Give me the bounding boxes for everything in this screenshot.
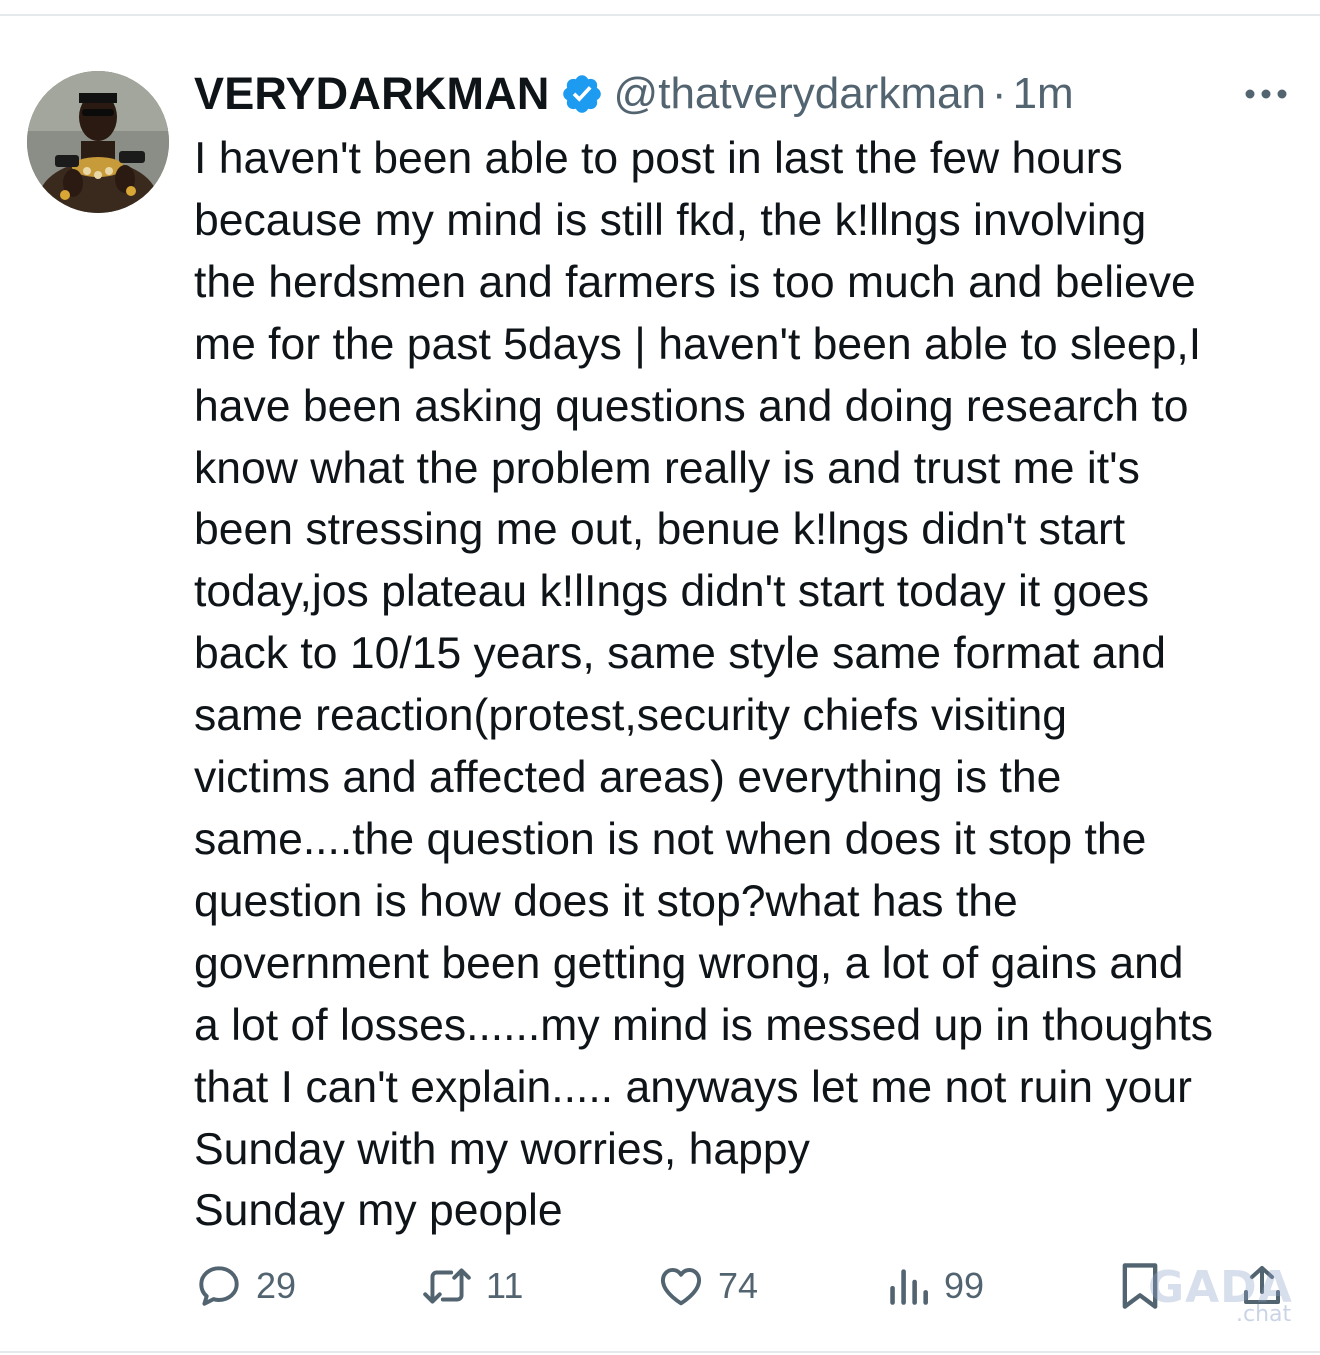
- handle[interactable]: @thatverydarkman: [614, 69, 986, 119]
- bookmark-icon: [1122, 1263, 1158, 1309]
- share-button[interactable]: [1240, 1256, 1284, 1316]
- timestamp[interactable]: 1m: [1013, 69, 1074, 119]
- like-count: 74: [718, 1265, 759, 1306]
- heart-icon: [660, 1267, 702, 1306]
- avatar[interactable]: [27, 71, 169, 213]
- tweet-header: VERYDARKMAN @thatverydarkman · 1m: [194, 64, 1214, 124]
- repost-arrows-icon: [423, 1268, 471, 1304]
- share-upload-icon: [1244, 1266, 1280, 1304]
- repost-count: 11: [486, 1265, 524, 1306]
- display-name[interactable]: VERYDARKMAN: [194, 68, 550, 120]
- views-button[interactable]: 99: [886, 1256, 984, 1316]
- bookmark-button[interactable]: [1118, 1256, 1162, 1316]
- verified-badge-icon: [560, 72, 604, 116]
- bar-chart-icon: [890, 1269, 928, 1305]
- reply-button[interactable]: 29: [194, 1256, 296, 1316]
- repost-button[interactable]: 11: [420, 1256, 523, 1316]
- reply-bubble-icon: [199, 1266, 239, 1306]
- bottom-divider: [0, 1351, 1320, 1353]
- more-options-button[interactable]: [1238, 74, 1294, 114]
- more-dots-icon: [1245, 89, 1287, 99]
- reply-count: 29: [256, 1265, 297, 1306]
- like-button[interactable]: 74: [656, 1256, 758, 1316]
- avatar-photo: [27, 71, 169, 213]
- separator-dot: ·: [991, 69, 1007, 118]
- top-divider: [0, 14, 1320, 16]
- action-bar: 29 11 74 99: [194, 1256, 1294, 1316]
- views-count: 99: [944, 1265, 985, 1306]
- tweet-text: I haven't been able to post in last the …: [194, 134, 1214, 1236]
